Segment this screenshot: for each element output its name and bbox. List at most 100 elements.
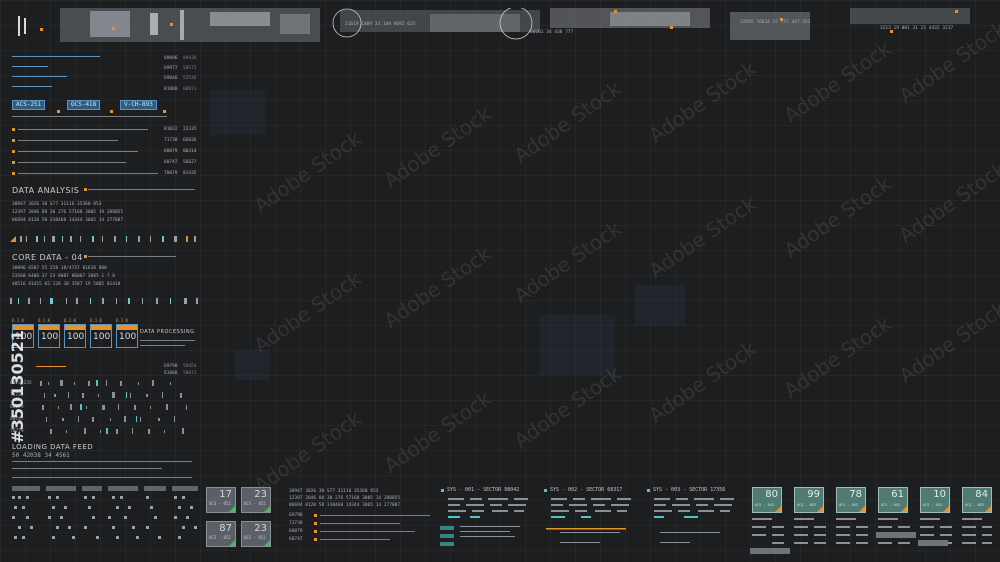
doc-value: 100: [67, 332, 85, 342]
doc-head-label: D.I.K: [64, 318, 77, 323]
slider-track[interactable]: [18, 151, 138, 152]
slider-marker: [12, 128, 15, 131]
slider-track[interactable]: [18, 140, 118, 141]
pair-row: 60747 56627: [164, 160, 197, 165]
num-row: 69046 52546: [164, 76, 197, 81]
data-matrix: [12, 486, 198, 539]
status-card[interactable]: 80 OCS - 052: [752, 487, 782, 513]
title-rule: [88, 189, 195, 190]
slider-track[interactable]: [320, 531, 415, 532]
core-row: 23568 6406 37 23 8087 86087 3885 1 7 8: [12, 274, 115, 279]
top-readout-d: 3213 19 001 31 21 4432 3217: [880, 26, 954, 31]
mini-card[interactable]: 23 OCS - 052: [241, 521, 271, 547]
doc-value: 100: [119, 332, 137, 342]
bg-panel: [540, 315, 615, 375]
card-label: OCS - 052: [209, 501, 231, 506]
slider-track[interactable]: [18, 162, 126, 163]
doc-header: [65, 325, 85, 330]
sector-marker: [441, 489, 444, 492]
document-icon[interactable]: 100: [38, 324, 60, 348]
pair-a: 71738: [164, 138, 178, 143]
analysis-row: 12397 2046 88 30 276 57168 3005 19 28885…: [12, 210, 124, 215]
card-label: OCS - 052: [209, 535, 231, 540]
feed-rule: [12, 468, 162, 469]
pair-b: 81435: [182, 171, 197, 176]
document-icon[interactable]: 100: [116, 324, 138, 348]
card-label: OCS - 052: [839, 503, 858, 507]
stock-id: #350130521: [8, 330, 27, 444]
barcode-strip: [10, 236, 196, 242]
data-processing-label: DATA PROCESSING: [140, 329, 195, 335]
bottom-code-row: 86694 8120 58 310468 14344 3065 14 27708…: [289, 503, 401, 508]
slider-value: 60747: [289, 537, 303, 542]
analysis-row: 86694 8120 58 310468 14344 3065 14 27708…: [12, 218, 124, 223]
slider-marker: [314, 538, 317, 541]
status-card[interactable]: 99 OCS - 052: [794, 487, 824, 513]
status-card[interactable]: 78 OCS - 052: [836, 487, 866, 513]
num-row: 89096 89426: [164, 56, 197, 61]
card-corner: [264, 540, 270, 546]
status-card[interactable]: 10 OCS - 052: [920, 487, 950, 513]
pair-row: 78079 81435: [164, 171, 197, 176]
tag-ocs[interactable]: OCS-418: [67, 100, 101, 110]
slider-track[interactable]: [320, 523, 400, 524]
core-row: 38096 6507 55 258 18/4737 81618 880: [12, 266, 107, 271]
mini-card[interactable]: 17 OCS - 052: [206, 487, 236, 513]
mini-card[interactable]: 23 OCS - 052: [241, 487, 271, 513]
header-line: [12, 86, 52, 87]
card-corner: [264, 506, 270, 512]
mid-b: 58071: [182, 371, 197, 376]
mid-num-row: 69798 58454: [164, 364, 197, 369]
slider-track[interactable]: [18, 173, 158, 174]
card-corner: [229, 506, 235, 512]
status-grid: [750, 518, 992, 554]
pair-row: 60079 80314: [164, 149, 197, 154]
top-readout-b: 60261 34 438 777: [530, 30, 574, 35]
pair-a: 60747: [164, 160, 178, 165]
bg-panel: [635, 285, 685, 325]
num-a: 69977: [164, 66, 178, 71]
doc-head-label: D.I.K: [12, 318, 25, 323]
mid-b: 58454: [182, 364, 197, 369]
sector-title: SYS - 003 - SECTOR 17356: [653, 487, 726, 493]
card-value: 10: [933, 489, 946, 500]
num-row: 81888 88071: [164, 87, 197, 92]
status-card[interactable]: 84 OCS - 052: [962, 487, 992, 513]
card-corner: [775, 506, 781, 512]
document-icon[interactable]: 100: [64, 324, 86, 348]
sector-marker: [647, 489, 650, 492]
slider-track[interactable]: [18, 129, 148, 130]
card-label: OCS - 052: [923, 503, 942, 507]
mini-card[interactable]: 87 OCS - 052: [206, 521, 236, 547]
title-rule: [88, 256, 176, 257]
num-a: 69046: [164, 76, 178, 81]
tick-rule: [12, 116, 167, 117]
bg-panel: [235, 350, 270, 380]
document-icon[interactable]: 100: [90, 324, 112, 348]
card-value: 84: [975, 489, 988, 500]
analysis-row: 30947 3026 38 S77 31116 35360 853: [12, 202, 102, 207]
card-value: 23: [254, 523, 267, 534]
slider-track[interactable]: [320, 539, 390, 540]
bg-panel: [210, 90, 265, 135]
title-marker: [84, 255, 87, 258]
card-value: 99: [807, 489, 820, 500]
slider-marker: [12, 172, 15, 175]
mid-a: 61888: [164, 371, 178, 376]
core-data-title: CORE DATA - 04: [12, 253, 83, 262]
slider-track[interactable]: [320, 515, 430, 516]
orange-marker: [110, 110, 113, 113]
pair-a: 81032: [164, 127, 178, 132]
slider-marker: [12, 161, 15, 164]
card-label: OCS - 052: [244, 501, 266, 506]
tag-acs[interactable]: ACS-251: [12, 100, 46, 110]
slider-marker: [12, 139, 15, 142]
doc-header: [117, 325, 137, 330]
num-row: 69977 58575: [164, 66, 197, 71]
sector-readouts: [440, 498, 734, 546]
orange-marker: [163, 110, 166, 113]
core-row: 48516 81415 02 128 30 3587 19 5085 81418: [12, 282, 121, 287]
status-card[interactable]: 61 OCS - 052: [878, 487, 908, 513]
tag-vch[interactable]: V-CH-893: [120, 100, 157, 110]
slider-marker: [314, 522, 317, 525]
